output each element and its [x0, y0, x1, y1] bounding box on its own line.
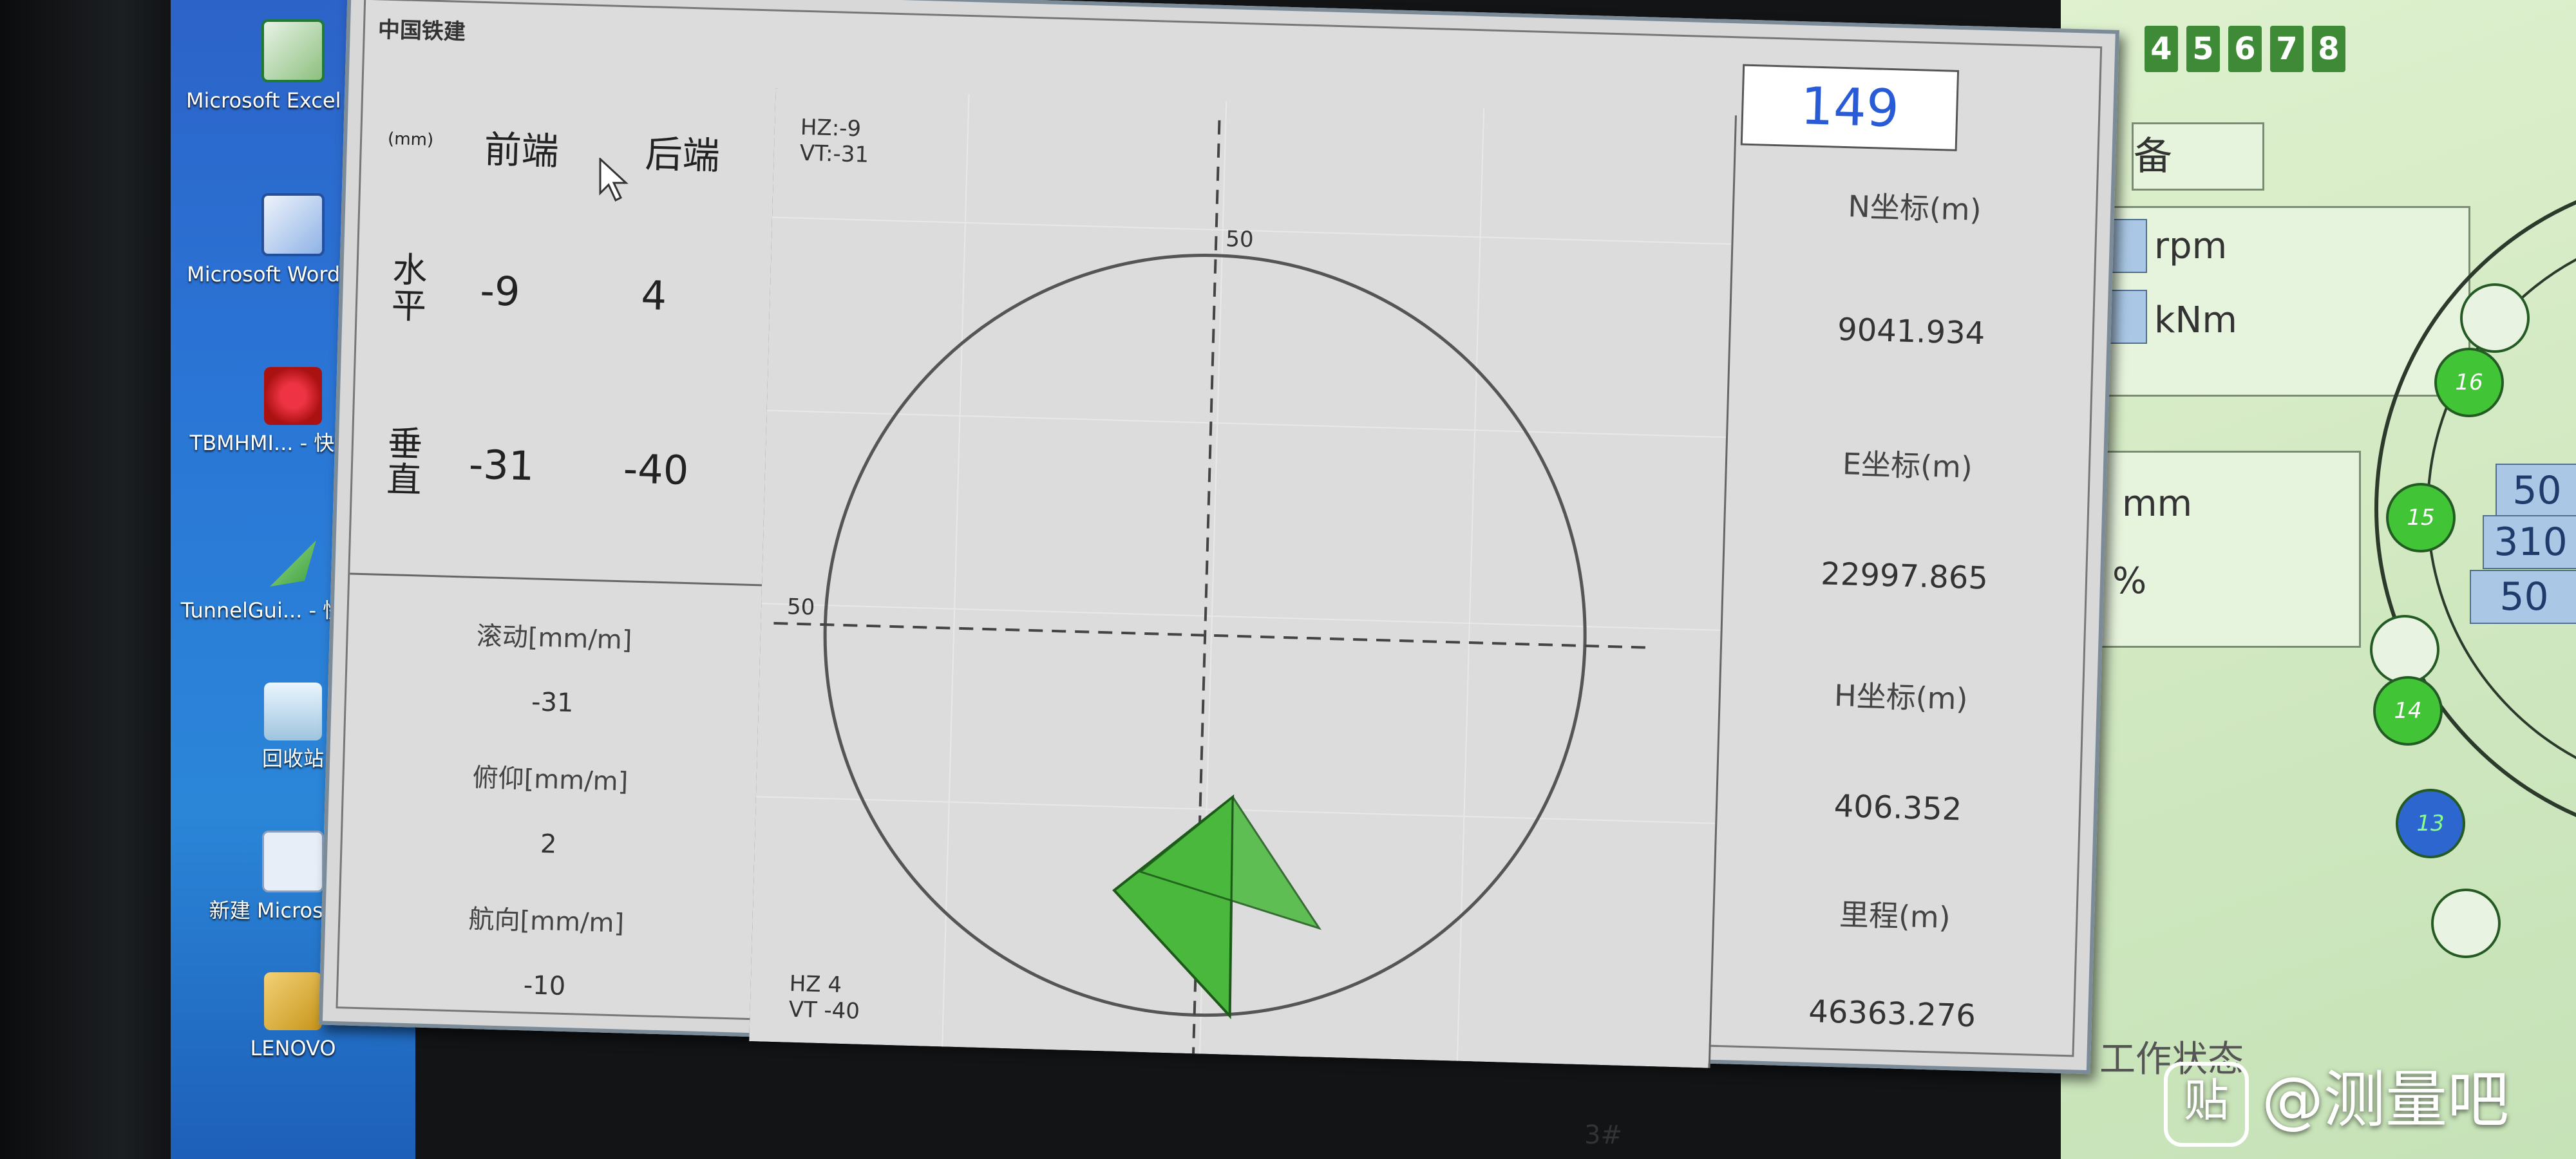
hmi-number-button[interactable]: 8 — [2312, 26, 2345, 72]
monitor-bezel — [0, 0, 174, 1159]
pitch-label: 俯仰[mm/m] — [472, 762, 629, 797]
tbm-hmi-background: 4 5 6 7 8 备 rpm kNm mm % 16 15 14 13 50 … — [1584, 0, 2576, 1159]
hmi-panel-stroke — [2087, 451, 2361, 648]
hmi-field-2[interactable]: 310 — [2483, 515, 2576, 569]
hmi-ring-node[interactable] — [2370, 615, 2439, 684]
hmi-ring-node[interactable] — [2431, 889, 2501, 958]
hmi-ring-node[interactable]: 13 — [2396, 789, 2465, 858]
hmi-ring-node[interactable]: 14 — [2373, 676, 2443, 746]
rear-column-header: 后端 — [644, 132, 721, 178]
vertical-rear-value: -40 — [622, 445, 690, 495]
rear-vt-readout: VT -40 — [788, 997, 860, 1024]
front-hz-readout: HZ:-9 — [800, 115, 861, 142]
horizontal-row-header: 水平 — [391, 249, 428, 327]
guidance-window: 中国铁建 (mm) 前端 后端 水平 -9 4 垂直 -31 -40 滚动[mm… — [318, 0, 2119, 1079]
window-title: 中国铁建 — [377, 17, 466, 46]
tunnelguide-icon — [270, 540, 316, 587]
hmi-number-button[interactable]: 5 — [2186, 26, 2220, 72]
vertical-front-value: -31 — [468, 440, 535, 490]
hmi-field-3[interactable]: 50 — [2470, 570, 2576, 624]
horizontal-front-value: -9 — [479, 267, 521, 316]
vertical-row-header: 垂直 — [386, 423, 423, 501]
tbmhmi-icon — [264, 367, 322, 425]
e-coordinate-label: E坐标(m) — [1842, 446, 1973, 485]
hmi-unit-mm: mm — [2122, 483, 2193, 525]
excel-icon — [261, 19, 325, 82]
hmi-number-button[interactable]: 4 — [2145, 26, 2178, 72]
heading-label: 航向[mm/m] — [468, 904, 625, 939]
scale-top-label: 50 — [1226, 226, 1254, 252]
n-coordinate-label: N坐标(m) — [1847, 189, 1982, 227]
folder-icon — [264, 972, 322, 1030]
hmi-header-fragment: 备 — [2132, 122, 2264, 191]
hmi-field-1[interactable]: 50 — [2496, 464, 2576, 518]
hmi-unit-rpm: rpm — [2154, 225, 2228, 267]
hmi-unit-knm: kNm — [2154, 299, 2237, 341]
n-coordinate-value: 9041.934 — [1837, 311, 1985, 352]
hmi-number-button[interactable]: 7 — [2270, 26, 2304, 72]
word-icon — [261, 193, 325, 256]
h-coordinate-label: H坐标(m) — [1833, 677, 1969, 717]
mouse-cursor-icon — [599, 158, 629, 202]
watermark: 贴 @测量吧 — [2164, 1050, 2509, 1147]
chainage-value: 46363.276 — [1808, 993, 1976, 1035]
e-coordinate-value: 22997.865 — [1820, 556, 1989, 597]
watermark-logo: 贴 — [2164, 1061, 2249, 1147]
deviation-target-plot: HZ:-9 VT:-31 50 50 HZ 4 VT -40 — [749, 88, 1735, 1068]
hmi-unit-percent: % — [2112, 560, 2147, 602]
coordinates-panel: N坐标(m) 9041.934 E坐标(m) 22997.865 H坐标(m) … — [1708, 115, 2098, 1079]
deviation-unit-label: (mm) — [387, 129, 434, 150]
front-vt-readout: VT:-31 — [799, 140, 869, 168]
new-document-icon — [262, 831, 324, 892]
hmi-number-button[interactable]: 6 — [2228, 26, 2262, 72]
horizontal-rear-value: 4 — [640, 271, 667, 319]
hmi-ring-node[interactable] — [2460, 283, 2530, 353]
desktop-icon-label: LENOVO — [250, 1036, 336, 1060]
roll-value: -31 — [531, 687, 574, 719]
heading-value: -10 — [523, 970, 566, 1002]
desktop-icon-label: 回收站 — [261, 746, 324, 771]
hmi-ring-node[interactable]: 16 — [2434, 348, 2504, 417]
chainage-label: 里程(m) — [1839, 897, 1951, 936]
watermark-text: @测量吧 — [2262, 1064, 2509, 1136]
deviation-panel: (mm) 前端 后端 水平 -9 4 垂直 -31 -40 滚动[mm/m] -… — [337, 77, 778, 1042]
h-coordinate-value: 406.352 — [1833, 787, 1963, 828]
scale-left-label: 50 — [787, 594, 815, 620]
rear-hz-readout: HZ 4 — [789, 971, 842, 998]
front-column-header: 前端 — [483, 127, 560, 174]
roll-label: 滚动[mm/m] — [476, 621, 632, 655]
panel-divider — [350, 572, 762, 587]
hmi-bottom-left-label: 3# — [1584, 1120, 1622, 1150]
target-svg: HZ:-9 VT:-31 50 50 HZ 4 VT -40 — [749, 88, 1735, 1068]
recycle-bin-icon — [264, 683, 322, 740]
hmi-ring-node[interactable]: 15 — [2386, 483, 2456, 552]
hmi-torque-field[interactable] — [2106, 290, 2147, 344]
pitch-value: 2 — [540, 829, 558, 860]
